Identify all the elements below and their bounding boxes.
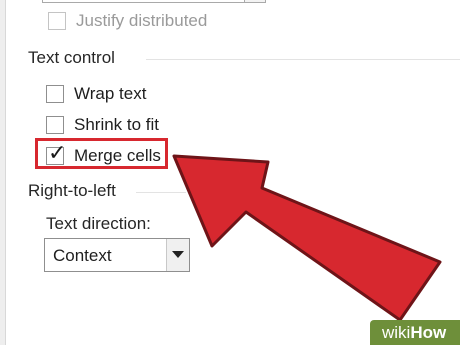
watermark-prefix: wiki — [382, 323, 411, 342]
watermark-suffix: How — [410, 323, 447, 342]
wikihow-watermark: wikiHow — [370, 320, 460, 345]
pointer-arrow-icon — [172, 154, 442, 322]
